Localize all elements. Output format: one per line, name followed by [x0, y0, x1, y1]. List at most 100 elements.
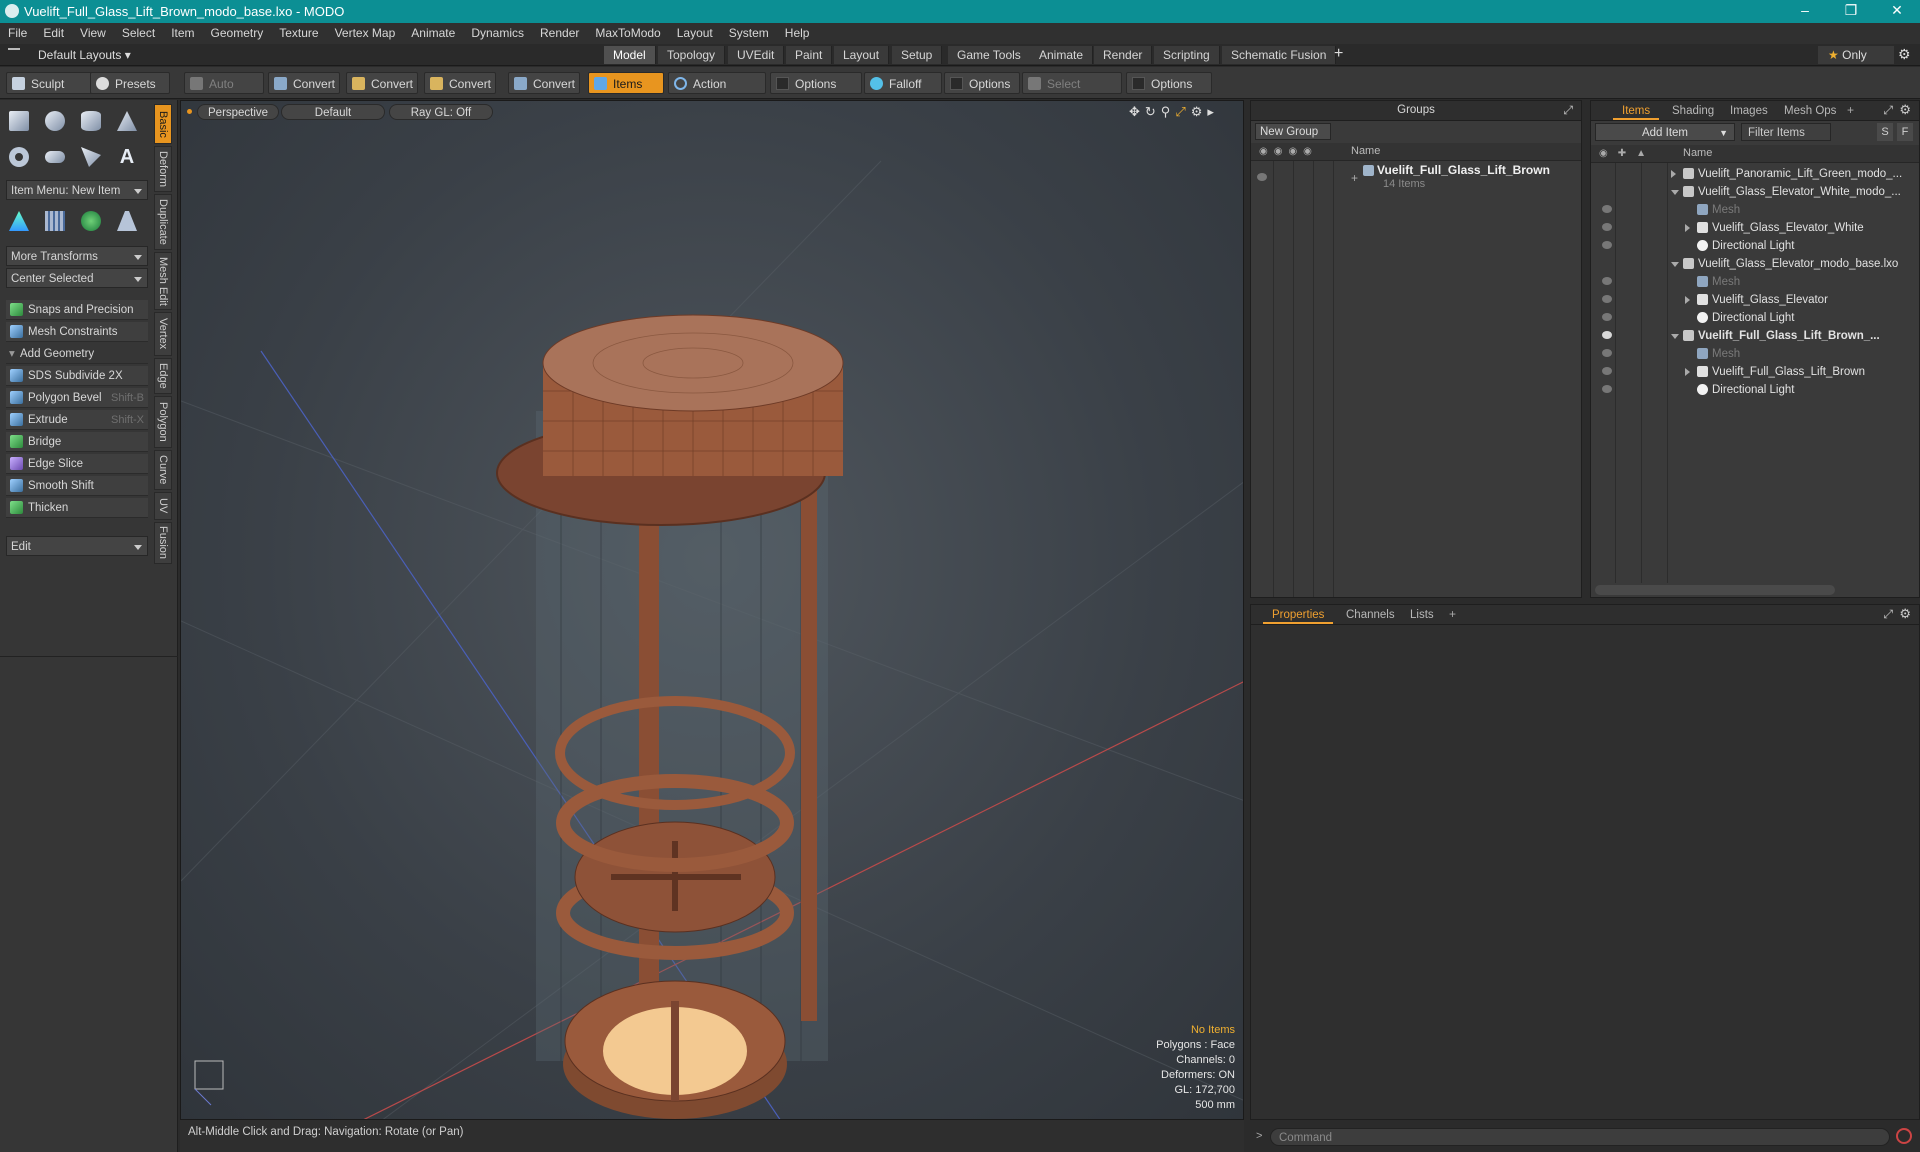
- menu-select[interactable]: Select: [114, 23, 163, 44]
- chevron-right-icon[interactable]: [1685, 368, 1694, 376]
- edge-slice-button[interactable]: Edge Slice: [6, 454, 148, 474]
- menu-view[interactable]: View: [72, 23, 114, 44]
- extrude-button[interactable]: Extrude Shift-X: [6, 410, 148, 430]
- 3d-viewport[interactable]: Perspective Default Ray GL: Off ✥↻⚲⤢⚙▸ N…: [180, 100, 1244, 1120]
- menu-render[interactable]: Render: [532, 23, 587, 44]
- falloff-button[interactable]: Falloff: [864, 72, 942, 94]
- add-tab-icon[interactable]: +: [1449, 607, 1456, 621]
- vtab-basic[interactable]: Basic: [154, 104, 172, 144]
- item-row[interactable]: Vuelift_Glass_Elevator: [1591, 291, 1919, 309]
- item-row[interactable]: Directional Light: [1591, 237, 1919, 255]
- chevron-down-icon[interactable]: [1671, 190, 1679, 199]
- vtab-polygon[interactable]: Polygon: [154, 396, 172, 448]
- smooth-shift-button[interactable]: Smooth Shift: [6, 476, 148, 496]
- item-row[interactable]: Mesh: [1591, 201, 1919, 219]
- item-row[interactable]: Vuelift_Glass_Elevator_White_modo_...: [1591, 183, 1919, 201]
- gear-icon[interactable]: ⚙: [1899, 606, 1911, 622]
- globe-icon[interactable]: [76, 206, 106, 236]
- chevron-right-icon[interactable]: [1685, 296, 1694, 304]
- visibility-eye-icon[interactable]: [1602, 331, 1612, 339]
- tab-topology[interactable]: Topology: [658, 46, 726, 64]
- tab-uvedit[interactable]: UVEdit: [728, 46, 785, 64]
- horizontal-scrollbar[interactable]: [1595, 585, 1835, 595]
- add-item-button[interactable]: Add Item ▼: [1595, 123, 1735, 141]
- chevron-right-icon[interactable]: [1685, 224, 1694, 232]
- item-row[interactable]: Vuelift_Glass_Elevator_modo_base.lxo: [1591, 255, 1919, 273]
- options-button-1[interactable]: Options: [770, 72, 862, 94]
- filter-items-input[interactable]: Filter Items: [1741, 123, 1831, 141]
- menu-texture[interactable]: Texture: [271, 23, 326, 44]
- record-icon[interactable]: [1896, 1128, 1912, 1144]
- item-row[interactable]: Directional Light: [1591, 309, 1919, 327]
- item-menu-dropdown[interactable]: Item Menu: New Item: [6, 180, 148, 200]
- presets-button[interactable]: Presets F6: [90, 72, 170, 113]
- cone-icon[interactable]: [112, 106, 142, 136]
- expand-icon[interactable]: ⤢: [1563, 103, 1573, 118]
- tab-scripting[interactable]: Scripting: [1154, 46, 1220, 64]
- vtab-uv[interactable]: UV: [154, 492, 172, 520]
- vtab-duplicate[interactable]: Duplicate: [154, 194, 172, 250]
- tab-shading[interactable]: Shading: [1663, 103, 1723, 120]
- cube-icon[interactable]: [4, 106, 34, 136]
- visibility-eye-icon[interactable]: [1602, 385, 1612, 393]
- menu-vertex-map[interactable]: Vertex Map: [327, 23, 404, 44]
- group-row[interactable]: + Vuelift_Full_Glass_Lift_Brown 14 Items: [1251, 163, 1581, 195]
- tab-animate[interactable]: Animate: [1030, 46, 1094, 64]
- visibility-eye-icon[interactable]: [1602, 223, 1612, 231]
- sds-subdivide-button[interactable]: SDS Subdivide 2X: [6, 366, 148, 386]
- options-button-2[interactable]: Options: [944, 72, 1020, 94]
- auto-select-button[interactable]: Auto Select: [184, 72, 264, 113]
- visibility-eye-icon[interactable]: [1602, 367, 1612, 375]
- command-input[interactable]: Command: [1270, 1128, 1890, 1146]
- vtab-curve[interactable]: Curve: [154, 450, 172, 490]
- vtab-deform[interactable]: Deform: [154, 146, 172, 192]
- pen-tool-icon[interactable]: [76, 142, 106, 172]
- item-row[interactable]: Mesh: [1591, 345, 1919, 363]
- add-tab-icon[interactable]: +: [1334, 45, 1343, 63]
- menu-help[interactable]: Help: [777, 23, 818, 44]
- cylinder-icon[interactable]: [76, 106, 106, 136]
- chevron-down-icon[interactable]: [1671, 262, 1679, 271]
- tab-mesh-ops[interactable]: Mesh Ops: [1775, 103, 1845, 120]
- text-tool-icon[interactable]: A: [112, 142, 142, 172]
- visibility-eye-icon[interactable]: [1602, 205, 1612, 213]
- expand-icon[interactable]: ⤢: [1883, 607, 1893, 622]
- sphere-icon[interactable]: [40, 106, 70, 136]
- vtab-mesh-edit[interactable]: Mesh Edit: [154, 252, 172, 310]
- tab-channels[interactable]: Channels: [1337, 607, 1404, 624]
- menu-layout[interactable]: Layout: [669, 23, 721, 44]
- visibility-eye-icon[interactable]: [1257, 173, 1267, 181]
- options-checkbox[interactable]: [1132, 77, 1145, 90]
- mesh-constraints-button[interactable]: Mesh Constraints: [6, 322, 148, 342]
- chevron-right-icon[interactable]: [1671, 170, 1680, 178]
- capsule-icon[interactable]: [40, 142, 70, 172]
- close-button[interactable]: ✕: [1874, 0, 1920, 23]
- select-through-button[interactable]: Select Through: [1022, 72, 1122, 113]
- visibility-eye-icon[interactable]: [1602, 349, 1612, 357]
- items-mode-button[interactable]: Items: [588, 72, 664, 94]
- menu-item[interactable]: Item: [163, 23, 202, 44]
- convert-button-3[interactable]: Convert: [424, 72, 496, 94]
- item-row[interactable]: Directional Light: [1591, 381, 1919, 399]
- vtab-vertex[interactable]: Vertex: [154, 312, 172, 356]
- edit-dropdown[interactable]: Edit: [6, 536, 148, 556]
- item-row[interactable]: Vuelift_Glass_Elevator_White: [1591, 219, 1919, 237]
- filter-s-button[interactable]: S: [1877, 123, 1893, 141]
- more-transforms-dropdown[interactable]: More Transforms: [6, 246, 148, 266]
- item-row[interactable]: Mesh: [1591, 273, 1919, 291]
- tab-properties[interactable]: Properties: [1263, 607, 1334, 624]
- layout-selector[interactable]: Default Layouts ▾: [38, 47, 131, 63]
- sculpt-button[interactable]: Sculpt: [6, 72, 92, 94]
- visibility-eye-icon[interactable]: [1602, 313, 1612, 321]
- gear-icon[interactable]: ⚙: [1898, 46, 1911, 63]
- visibility-eye-icon[interactable]: [1602, 277, 1612, 285]
- tab-render[interactable]: Render: [1094, 46, 1153, 64]
- menu-maxtomodo[interactable]: MaxToModo: [587, 23, 668, 44]
- item-row[interactable]: Vuelift_Full_Glass_Lift_Brown_...: [1591, 327, 1919, 345]
- visibility-eye-icon[interactable]: [1602, 241, 1612, 249]
- chevron-down-icon[interactable]: [1671, 334, 1679, 343]
- new-group-button[interactable]: New Group: [1255, 123, 1331, 140]
- expand-icon[interactable]: ⤢: [1883, 103, 1893, 118]
- convert-button-2[interactable]: Convert: [346, 72, 418, 94]
- tab-paint[interactable]: Paint: [786, 46, 833, 64]
